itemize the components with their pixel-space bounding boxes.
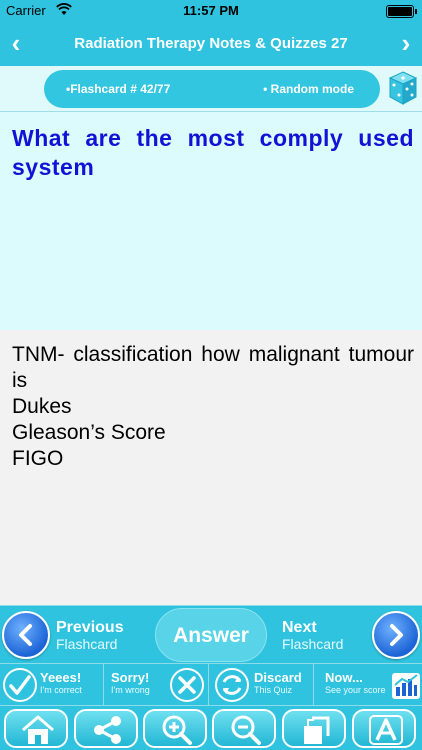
next-subtitle: Flashcard <box>282 636 344 652</box>
correct-title: Yeees! <box>40 670 82 685</box>
wrong-title: Sorry! <box>111 670 150 685</box>
wrong-subtitle: I'm wrong <box>111 685 150 695</box>
arrow-right-icon <box>372 611 420 659</box>
page-title: Radiation Therapy Notes & Quizzes 27 <box>74 35 348 52</box>
bookmark-button[interactable] <box>282 709 346 748</box>
random-mode-label[interactable]: • Random mode <box>263 82 354 96</box>
next-title: Next <box>282 619 317 636</box>
battery-icon <box>386 5 417 18</box>
status-bar: Carrier 11:57 PM <box>0 0 422 22</box>
font-size-button[interactable] <box>352 709 416 748</box>
flashcard-nav-row: Previous Flashcard Answer Next Flashcard <box>0 605 422 663</box>
previous-title: Previous <box>56 619 124 636</box>
forward-chevron-icon[interactable]: › <box>392 28 420 59</box>
now-title: Now... <box>325 670 363 685</box>
arrow-left-icon <box>2 611 50 659</box>
answer-area: TNM- classification how malignant tumour… <box>0 330 422 605</box>
wrong-button[interactable]: Sorry! I'm wrong <box>105 664 209 706</box>
tool-row <box>0 705 422 750</box>
previous-flashcard-button[interactable]: Previous Flashcard <box>2 610 152 660</box>
home-button[interactable] <box>4 709 68 748</box>
info-strip: •Flashcard # 42/77 • Random mode <box>0 66 422 112</box>
next-flashcard-button[interactable]: Next Flashcard <box>282 610 420 660</box>
answer-line: Gleason’s Score <box>12 421 166 444</box>
home-icon <box>22 715 54 744</box>
correct-subtitle: I'm correct <box>40 685 82 695</box>
now-subtitle: See your score <box>325 685 386 695</box>
share-button[interactable] <box>74 709 138 748</box>
correct-button[interactable]: Yeees! I'm correct <box>0 664 104 706</box>
share-icon <box>94 716 121 744</box>
see-score-button[interactable]: Now... See your score <box>315 664 422 706</box>
cross-icon <box>170 668 204 702</box>
nav-bar: ‹ Radiation Therapy Notes & Quizzes 27 › <box>0 22 422 66</box>
flashcard-number: •Flashcard # 42/77 <box>66 82 171 96</box>
answer-line: Dukes <box>12 395 72 418</box>
next-label: Next Flashcard <box>282 619 344 653</box>
zoom-in-icon <box>162 715 192 745</box>
bookmark-icon <box>304 716 330 744</box>
clock: 11:57 PM <box>183 3 239 18</box>
zoom-out-icon <box>231 715 261 745</box>
question-text: What are the most comply used system <box>12 125 414 180</box>
discard-subtitle: This Quiz <box>254 685 293 695</box>
font-icon <box>369 715 403 745</box>
back-chevron-icon[interactable]: ‹ <box>2 28 30 59</box>
discard-title: Discard <box>254 670 302 685</box>
answer-line: TNM- classification how malignant tumour… <box>12 343 414 392</box>
answer-text: TNM- classification how malignant tumour… <box>12 342 414 472</box>
score-row: Yeees! I'm correct Sorry! I'm wrong Disc… <box>0 663 422 706</box>
zoom-in-button[interactable] <box>143 709 207 748</box>
question-area: What are the most comply used system <box>0 112 422 330</box>
zoom-out-button[interactable] <box>212 709 276 748</box>
answer-line: FIGO <box>12 447 64 470</box>
recycle-icon <box>215 668 249 702</box>
bar-chart-icon <box>392 673 420 699</box>
answer-button[interactable]: Answer <box>155 608 267 662</box>
discard-quiz-button[interactable]: Discard This Quiz <box>210 664 314 706</box>
dice-icon[interactable] <box>388 70 418 106</box>
flashcard-info-pill: •Flashcard # 42/77 • Random mode <box>44 70 380 108</box>
checkmark-icon <box>3 668 37 702</box>
previous-subtitle: Flashcard <box>56 636 118 652</box>
previous-label: Previous Flashcard <box>56 619 124 653</box>
